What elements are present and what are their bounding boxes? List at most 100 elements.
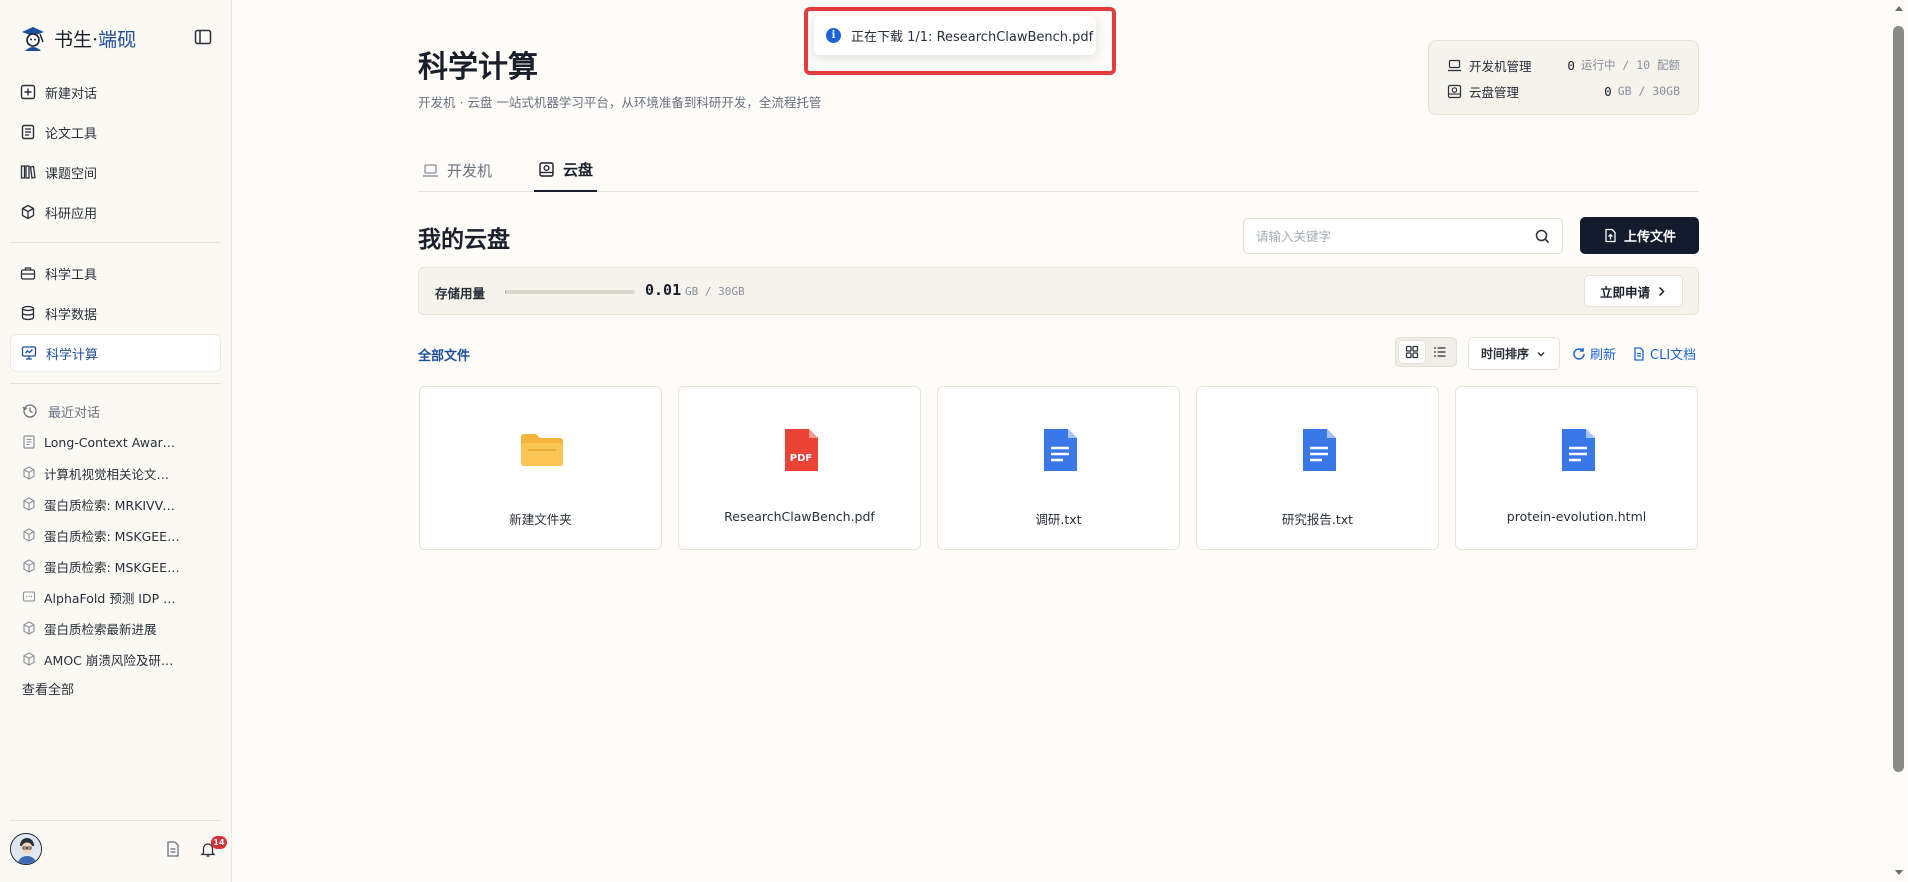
info-icon: i: [826, 28, 841, 43]
sidebar-item-new-chat[interactable]: 新建对话: [10, 73, 221, 111]
storage-total-value: GB / 30GB: [685, 285, 745, 298]
document-icon[interactable]: [164, 840, 182, 858]
recent-chat-item[interactable]: 蛋白质检索最新进展: [22, 617, 182, 639]
brand-name: 书生·端砚: [54, 28, 137, 51]
tab-label: 云盘: [563, 160, 594, 179]
cli-docs-label: CLI文档: [1650, 348, 1697, 363]
sidebar-item-research-apps[interactable]: 科研应用: [10, 193, 221, 231]
cube-icon: [23, 559, 35, 573]
cube-icon: [23, 652, 35, 666]
cloud-stat-unit: GB / 30GB: [1617, 84, 1680, 98]
devbox-stat-label: 开发机管理: [1469, 58, 1532, 74]
file-name: 新建文件夹: [509, 512, 572, 527]
scroll-up-arrow[interactable]: [1895, 6, 1903, 11]
sidebar-item-label: 新建对话: [45, 86, 98, 102]
recent-chats-header: 最近对话: [22, 401, 100, 421]
sort-label: 时间排序: [1481, 347, 1530, 361]
file-card-pdf[interactable]: PDF ResearchClawBench.pdf: [678, 386, 921, 550]
scroll-down-arrow[interactable]: [1895, 870, 1903, 875]
sidebar-toggle-icon[interactable]: [194, 29, 212, 45]
cube-icon: [23, 528, 35, 542]
recent-chat-item[interactable]: 蛋白质检索: MSKGEE…: [22, 524, 182, 546]
document-icon: [1634, 346, 1644, 361]
cloud-stat[interactable]: 云盘管理 0 GB / 30GB: [1447, 81, 1680, 101]
devbox-stat-value: 0: [1567, 57, 1575, 73]
pdf-file-icon: PDF: [785, 429, 818, 471]
sidebar-item-science-data[interactable]: 科学数据: [10, 294, 221, 332]
recent-chat-label: 蛋白质检索: MRKIVVA…: [44, 497, 182, 513]
apply-storage-button[interactable]: 立即申请: [1584, 275, 1683, 307]
text-file-icon: [1303, 429, 1336, 471]
user-avatar-icon: [11, 834, 41, 864]
refresh-label: 刷新: [1590, 348, 1617, 363]
cli-docs-link[interactable]: CLI文档: [1632, 344, 1696, 363]
page-scrollbar[interactable]: [1890, 0, 1908, 882]
recent-chat-item[interactable]: 蛋白质检索: MRKIVVA…: [22, 493, 182, 515]
sidebar-item-label: 科学计算: [46, 347, 99, 363]
recent-chat-item[interactable]: Long-Context Aware …: [22, 431, 182, 453]
storage-progress-bar: [505, 290, 635, 294]
drive-title: 我的云盘: [418, 226, 510, 253]
file-card-doc[interactable]: protein-evolution.html: [1455, 386, 1698, 550]
recent-chat-label: AMOC 崩溃风险及研…: [44, 652, 174, 668]
sidebar-item-label: 科学数据: [45, 307, 98, 323]
brand[interactable]: 书生·端砚: [18, 22, 136, 54]
drive-icon: [539, 161, 554, 177]
history-icon: [22, 404, 37, 418]
toolbox-icon: [20, 267, 36, 280]
grid-view-button[interactable]: [1399, 341, 1425, 363]
database-icon: [21, 305, 35, 321]
devbox-stat[interactable]: 开发机管理 0 运行中 / 10 配额: [1447, 55, 1680, 75]
chat-icon: [22, 591, 36, 602]
search-icon[interactable]: [1535, 229, 1550, 244]
recent-chat-item[interactable]: AMOC 崩溃风险及研…: [22, 648, 182, 670]
upload-file-icon: [1605, 228, 1616, 243]
list-icon: [1434, 347, 1446, 357]
recent-chat-item[interactable]: 蛋白质检索: MSKGEE…: [22, 555, 182, 577]
folder-icon: [521, 434, 563, 466]
recent-chat-item[interactable]: 计算机视觉相关论文…: [22, 462, 182, 484]
recent-chat-label: 蛋白质检索: MSKGEE…: [44, 528, 180, 544]
file-card-doc[interactable]: 研究报告.txt: [1196, 386, 1439, 550]
sidebar-item-project-space[interactable]: 课题空间: [10, 153, 221, 191]
refresh-button[interactable]: 刷新: [1572, 344, 1616, 363]
sidebar-item-science-compute[interactable]: 科学计算: [10, 334, 221, 372]
document-icon: [21, 124, 35, 140]
storage-usage-panel: 存储用量 0.01 GB / 30GB 立即申请: [418, 267, 1699, 315]
sort-dropdown[interactable]: 时间排序: [1468, 337, 1560, 370]
sidebar-item-label: 课题空间: [45, 166, 98, 182]
cube-icon: [23, 497, 35, 511]
scrollbar-thumb[interactable]: [1893, 26, 1904, 772]
file-card-doc[interactable]: 调研.txt: [937, 386, 1180, 550]
drive-icon: [1447, 84, 1462, 98]
cloud-stat-value: 0: [1604, 83, 1612, 99]
recent-chat-label: 蛋白质检索最新进展: [44, 621, 157, 637]
cloud-stat-label: 云盘管理: [1469, 84, 1520, 100]
upload-file-label: 上传文件: [1623, 229, 1676, 244]
tab-cloud-drive[interactable]: 云盘: [534, 148, 598, 192]
search-box: [1243, 218, 1563, 254]
toast-message: 正在下载 1/1: ResearchClawBench.pdf: [851, 30, 1094, 45]
text-file-icon: [1044, 429, 1077, 471]
file-card-folder[interactable]: 新建文件夹: [419, 386, 662, 550]
upload-file-button[interactable]: 上传文件: [1580, 217, 1699, 254]
sidebar-item-paper-tools[interactable]: 论文工具: [10, 113, 221, 151]
view-mode-toggle: [1395, 337, 1457, 367]
sidebar: 书生·端砚 新建对话 论文工具 课题空间 科研应用 科学工具 科学数据 科学计算…: [0, 0, 232, 882]
avatar[interactable]: [10, 833, 42, 865]
apply-storage-label: 立即申请: [1599, 284, 1650, 300]
monitor-icon: [21, 346, 37, 360]
storage-progress-fill: [505, 290, 506, 294]
cube-icon: [23, 621, 35, 635]
chevron-right-icon: [1658, 286, 1665, 296]
laptop-icon: [1448, 59, 1461, 71]
all-files-label[interactable]: 全部文件: [418, 345, 470, 364]
search-input[interactable]: [1256, 219, 1526, 253]
sidebar-item-science-tools[interactable]: 科学工具: [10, 254, 221, 292]
list-view-button[interactable]: [1427, 341, 1453, 363]
file-name: 研究报告.txt: [1281, 512, 1354, 527]
recent-chat-item[interactable]: AlphaFold 预测 IDP …: [22, 586, 182, 608]
tab-devbox[interactable]: 开发机: [418, 148, 496, 192]
file-name: ResearchClawBench.pdf: [724, 509, 875, 524]
see-all-chats-link[interactable]: 查看全部: [22, 679, 74, 698]
